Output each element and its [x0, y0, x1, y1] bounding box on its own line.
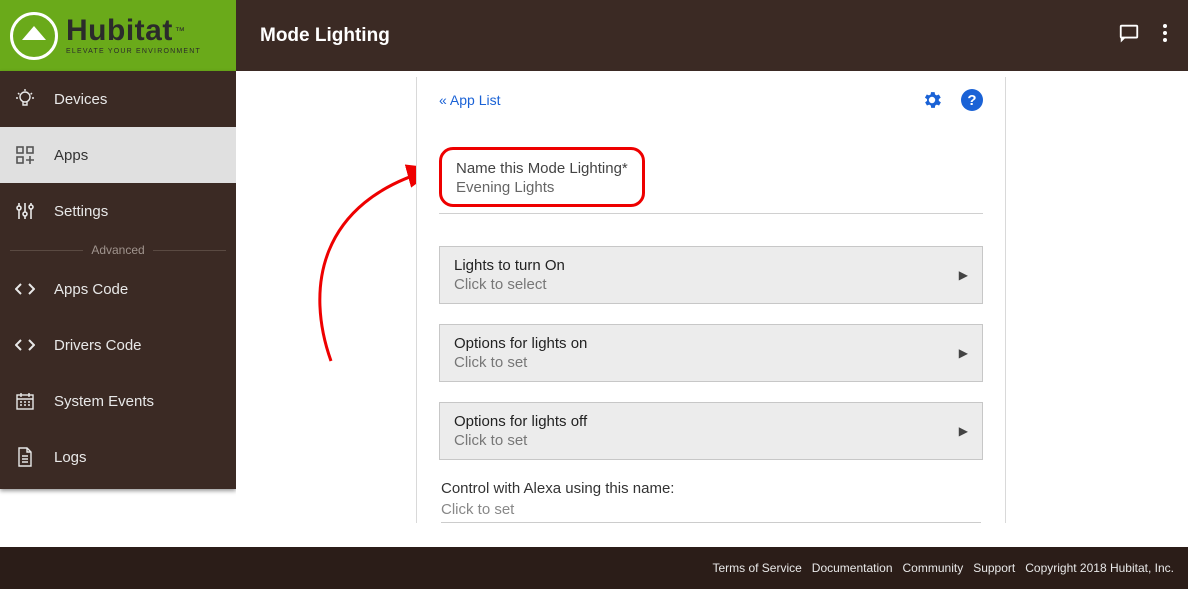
sidebar-item-apps-code[interactable]: Apps Code	[0, 261, 236, 317]
sidebar-item-devices[interactable]: Devices	[0, 71, 236, 127]
brand-logo-text: Hubitat™ ELEVATE YOUR ENVIRONMENT	[66, 16, 201, 55]
page-title: Mode Lighting	[260, 25, 390, 47]
chevron-right-icon: ▶	[959, 424, 968, 438]
brand-logo-mark	[10, 12, 58, 60]
sidebar-item-label: Logs	[54, 449, 87, 466]
content-area: « App List ? Name this Mode Lighting* Ev…	[236, 71, 1188, 547]
house-icon	[22, 26, 46, 40]
name-field-value[interactable]: Evening Lights	[456, 179, 628, 196]
document-icon	[14, 447, 36, 467]
option-title: Options for lights on	[454, 335, 587, 352]
footer-link-support[interactable]: Support	[973, 561, 1015, 575]
sidebar-item-label: Settings	[54, 203, 108, 220]
alexa-field-label: Control with Alexa using this name:	[441, 480, 981, 497]
chevron-right-icon: ▶	[959, 346, 968, 360]
sidebar-item-system-events[interactable]: System Events	[0, 373, 236, 429]
option-lights-to-turn-on[interactable]: Lights to turn On Click to select ▶	[439, 246, 983, 304]
name-field-label: Name this Mode Lighting*	[456, 160, 628, 177]
option-lights-on-options[interactable]: Options for lights on Click to set ▶	[439, 324, 983, 382]
option-title: Options for lights off	[454, 413, 587, 430]
code-icon	[14, 338, 36, 352]
sidebar-item-drivers-code[interactable]: Drivers Code	[0, 317, 236, 373]
divider	[439, 213, 983, 214]
option-subtitle: Click to set	[454, 432, 587, 449]
sliders-icon	[14, 201, 36, 221]
sidebar-nav: Devices Apps Settings Advanced Apps Code…	[0, 71, 236, 489]
footer-copyright: Copyright 2018 Hubitat, Inc.	[1025, 561, 1174, 575]
sidebar-item-label: System Events	[54, 393, 154, 410]
option-subtitle: Click to select	[454, 276, 565, 293]
name-field-highlight: Name this Mode Lighting* Evening Lights	[439, 147, 645, 207]
sidebar-item-label: Devices	[54, 91, 107, 108]
apps-grid-icon	[14, 145, 36, 165]
back-to-app-list-link[interactable]: « App List	[439, 92, 501, 108]
option-title: Lights to turn On	[454, 257, 565, 274]
sidebar-item-label: Apps	[54, 147, 88, 164]
sidebar-item-settings[interactable]: Settings	[0, 183, 236, 239]
brand-name: Hubitat	[66, 14, 173, 47]
footer-link-community[interactable]: Community	[903, 561, 964, 575]
alexa-field-value: Click to set	[441, 501, 981, 523]
trademark-symbol: ™	[175, 26, 185, 37]
help-icon[interactable]: ?	[961, 89, 983, 111]
kebab-menu-icon[interactable]	[1162, 23, 1168, 48]
option-subtitle: Click to set	[454, 354, 587, 371]
brand-tagline: ELEVATE YOUR ENVIRONMENT	[66, 48, 201, 55]
footer-link-docs[interactable]: Documentation	[812, 561, 893, 575]
chevron-right-icon: ▶	[959, 268, 968, 282]
config-panel: « App List ? Name this Mode Lighting* Ev…	[416, 77, 1006, 523]
gear-icon[interactable]	[921, 89, 943, 111]
brand-logo[interactable]: Hubitat™ ELEVATE YOUR ENVIRONMENT	[0, 0, 236, 71]
sidebar-item-apps[interactable]: Apps	[0, 127, 236, 183]
sidebar-item-label: Drivers Code	[54, 337, 142, 354]
sidebar-item-label: Apps Code	[54, 281, 128, 298]
sidebar-item-logs[interactable]: Logs	[0, 429, 236, 485]
sidebar-advanced-divider: Advanced	[0, 239, 236, 261]
app-header: Hubitat™ ELEVATE YOUR ENVIRONMENT Mode L…	[0, 0, 1188, 71]
alexa-name-field[interactable]: Control with Alexa using this name: Clic…	[439, 480, 983, 523]
lightbulb-icon	[14, 88, 36, 110]
code-icon	[14, 282, 36, 296]
chat-icon[interactable]	[1118, 22, 1140, 49]
footer-link-tos[interactable]: Terms of Service	[712, 561, 801, 575]
calendar-icon	[14, 391, 36, 411]
footer: Terms of Service Documentation Community…	[0, 547, 1188, 589]
option-lights-off-options[interactable]: Options for lights off Click to set ▶	[439, 402, 983, 460]
